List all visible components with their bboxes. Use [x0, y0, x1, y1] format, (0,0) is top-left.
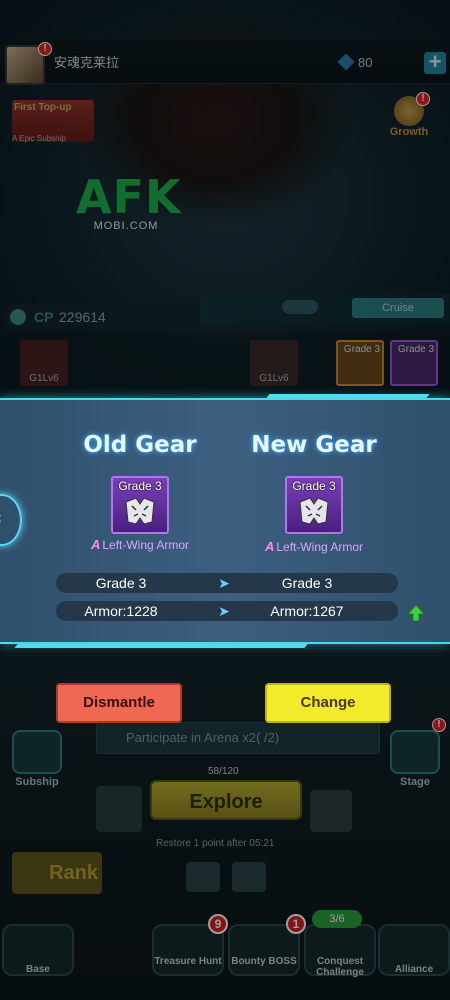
arrow-right-icon: ➤: [218, 575, 230, 591]
new-gear-name: A Left-Wing Armor: [229, 539, 399, 554]
old-gear-name: A Left-Wing Armor: [55, 537, 225, 552]
new-gear-grade: Grade 3: [292, 479, 336, 493]
stat-row-grade: Grade 3 ➤ Grade 3: [56, 573, 398, 593]
old-gear-title: Old Gear: [83, 432, 197, 458]
old-gear-name-text: Left-Wing Armor: [102, 538, 190, 552]
dismantle-button[interactable]: Dismantle: [56, 683, 182, 723]
stat-old-value: Grade 3: [95, 575, 147, 591]
dialog-top-accent: [266, 394, 430, 398]
dialog-bottom-accent: [14, 644, 308, 648]
new-gear-card[interactable]: Grade 3: [285, 476, 343, 534]
change-button[interactable]: Change: [265, 683, 391, 723]
stat-new-value: Armor:1267: [270, 603, 344, 619]
armor-icon: [299, 497, 329, 525]
new-gear-name-text: Left-Wing Armor: [276, 540, 364, 554]
armor-icon: [125, 497, 155, 525]
stat-row-armor: Armor:1228 ➤ Armor:1267: [56, 601, 398, 621]
rarity-a-icon: A: [264, 539, 275, 554]
arrow-right-icon: ➤: [218, 603, 230, 619]
old-gear-grade: Grade 3: [118, 479, 162, 493]
stat-new-value: Grade 3: [281, 575, 333, 591]
stat-old-value: Armor:1228: [84, 603, 158, 619]
rarity-a-icon: A: [90, 537, 101, 552]
hexagram-icon: ✡: [0, 508, 8, 530]
gear-compare-dialog: ✡ Old Gear New Gear Grade 3 Grade 3 ALef…: [0, 394, 450, 648]
old-gear-card[interactable]: Grade 3: [111, 476, 169, 534]
new-gear-title: New Gear: [251, 432, 377, 458]
upgrade-arrow-icon: [407, 604, 425, 622]
